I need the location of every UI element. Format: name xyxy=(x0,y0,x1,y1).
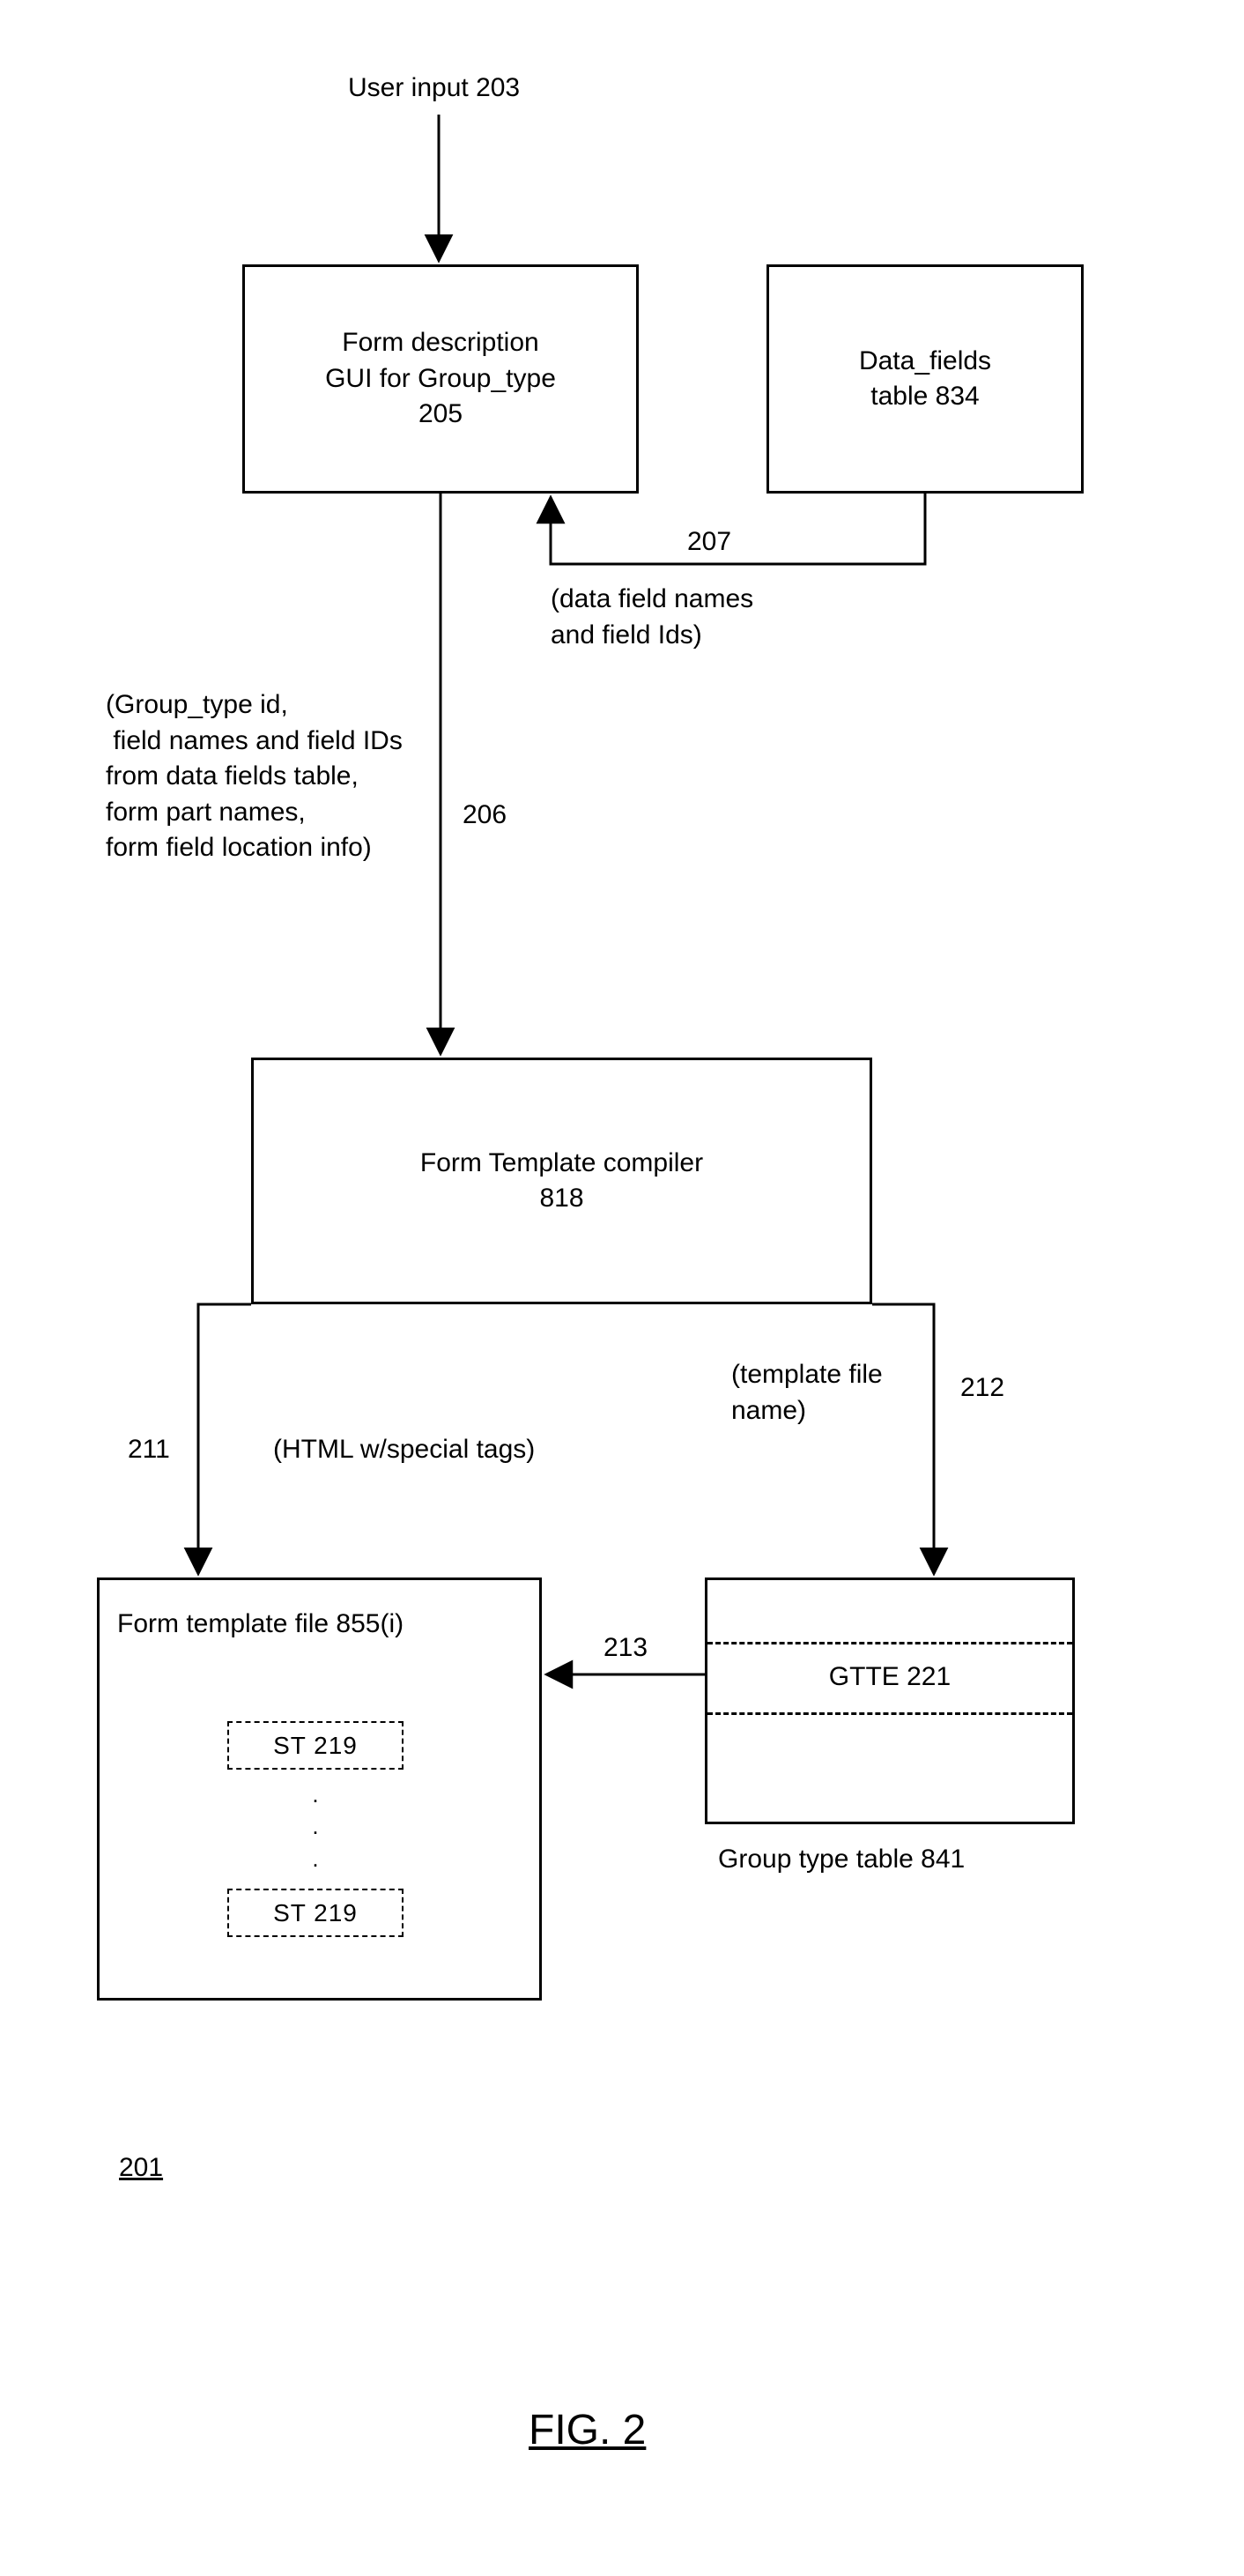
compiler-node: Form Template compiler 818 xyxy=(251,1058,872,1304)
data-fields-line1: Data_fields xyxy=(859,344,991,380)
user-input-label: User input 203 xyxy=(348,71,520,107)
page-ref: 201 xyxy=(119,2150,163,2186)
form-gui-line3: 205 xyxy=(418,397,463,433)
edge-211-num: 211 xyxy=(128,1432,170,1468)
group-type-table-node: GTTE 221 xyxy=(705,1578,1075,1824)
st-box-1: ST 219 xyxy=(227,1721,404,1770)
edge-207-text: (data field names and field Ids) xyxy=(551,582,753,653)
data-fields-node: Data_fields table 834 xyxy=(766,264,1084,494)
ft-file-title: Form template file 855(i) xyxy=(117,1607,404,1643)
form-gui-line1: Form description xyxy=(342,325,538,361)
form-gui-node: Form description GUI for Group_type 205 xyxy=(242,264,639,494)
compiler-line2: 818 xyxy=(539,1181,583,1217)
gtte-entry: GTTE 221 xyxy=(707,1659,1072,1696)
data-fields-line2: table 834 xyxy=(870,379,979,415)
edge-211-text: (HTML w/special tags) xyxy=(273,1432,535,1468)
diagram-canvas: User input 203 Form description GUI for … xyxy=(0,0,1244,2576)
st-dots: ... xyxy=(307,1778,324,1874)
st-box-2: ST 219 xyxy=(227,1889,404,1937)
compiler-line1: Form Template compiler xyxy=(420,1146,703,1182)
form-template-file-node: Form template file 855(i) ST 219 ... ST … xyxy=(97,1578,542,2001)
edge-206-num: 206 xyxy=(463,798,507,834)
edge-213-num: 213 xyxy=(603,1630,648,1667)
form-gui-line2: GUI for Group_type xyxy=(325,361,556,397)
edge-212-num: 212 xyxy=(960,1370,1004,1407)
edge-206-text: (Group_type id, field names and field ID… xyxy=(106,687,403,866)
edge-212-text: (template file name) xyxy=(731,1357,883,1429)
figure-caption: FIG. 2 xyxy=(529,2406,646,2454)
edge-207-num: 207 xyxy=(687,524,731,560)
group-type-table-caption: Group type table 841 xyxy=(718,1842,965,1878)
